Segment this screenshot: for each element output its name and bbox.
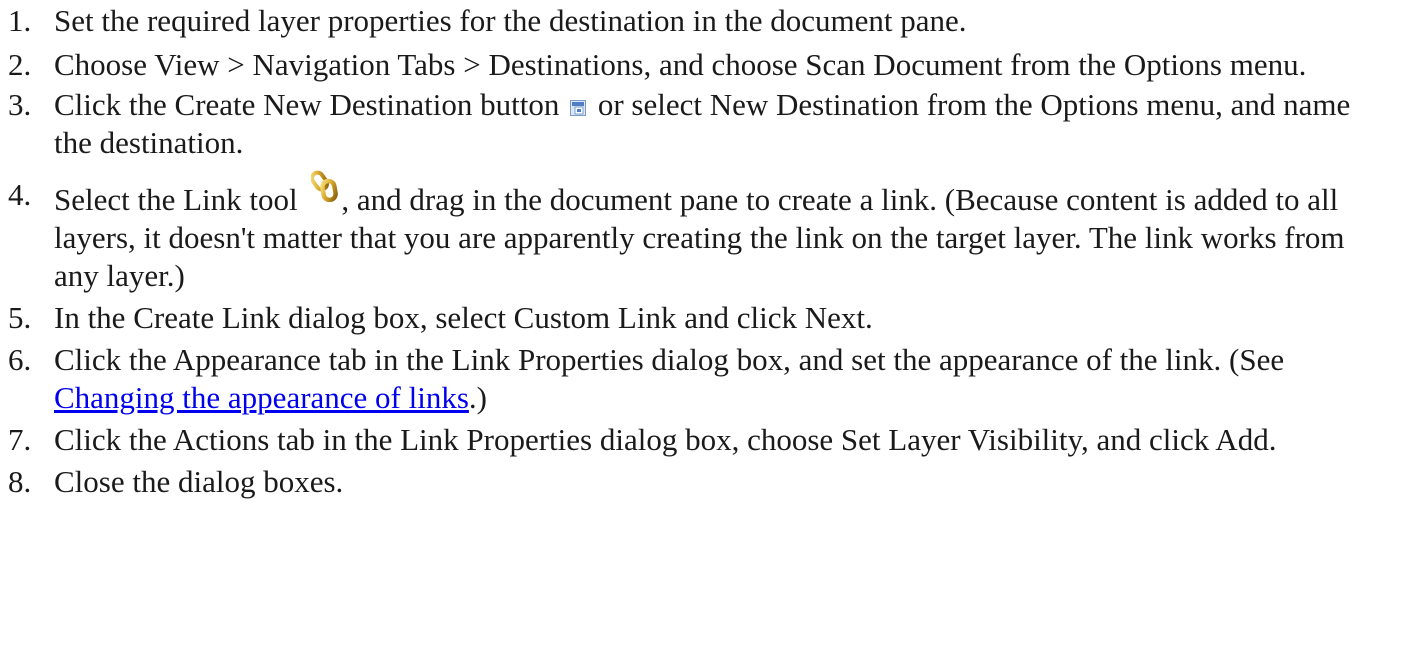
- step-number: 3.: [8, 87, 32, 122]
- step-8: 8. Close the dialog boxes.: [0, 463, 1390, 501]
- step-text-before-link: Click the Appearance tab in the Link Pro…: [54, 342, 1285, 377]
- step-text-before-icon: Click the Create New Destination button: [54, 87, 568, 122]
- step-number: 6.: [8, 342, 32, 377]
- step-number: 8.: [8, 464, 32, 499]
- step-3: 3. Click the Create New Destination butt…: [0, 86, 1390, 162]
- step-text-after-link: .): [468, 380, 487, 415]
- step-text: Choose View > Navigation Tabs > Destinat…: [54, 47, 1307, 82]
- step-number: 5.: [8, 300, 32, 335]
- step-4: 4. Select the Link tool , and drag in th…: [0, 162, 1390, 295]
- step-1: 1. Set the required layer properties for…: [0, 2, 1390, 40]
- step-text: In the Create Link dialog box, select Cu…: [54, 300, 873, 335]
- step-number: 4.: [8, 177, 32, 212]
- step-text-before-icon: Select the Link tool: [54, 182, 306, 217]
- step-5: 5. In the Create Link dialog box, select…: [0, 299, 1390, 337]
- step-number: 1.: [8, 3, 32, 38]
- link-tool-icon: [310, 170, 341, 203]
- changing-appearance-of-links-link[interactable]: Changing the appearance of links: [54, 380, 469, 415]
- step-text: Close the dialog boxes.: [54, 464, 344, 499]
- step-number: 7.: [8, 422, 32, 457]
- step-6: 6. Click the Appearance tab in the Link …: [0, 341, 1390, 417]
- procedure-steps-list: 1. Set the required layer properties for…: [0, 2, 1390, 507]
- step-text: Click the Actions tab in the Link Proper…: [54, 422, 1277, 457]
- step-number: 2.: [8, 47, 32, 82]
- step-text: Set the required layer properties for th…: [54, 3, 967, 38]
- step-7: 7. Click the Actions tab in the Link Pro…: [0, 421, 1390, 459]
- create-new-destination-icon: [570, 87, 587, 116]
- step-2: 2. Choose View > Navigation Tabs > Desti…: [0, 46, 1390, 84]
